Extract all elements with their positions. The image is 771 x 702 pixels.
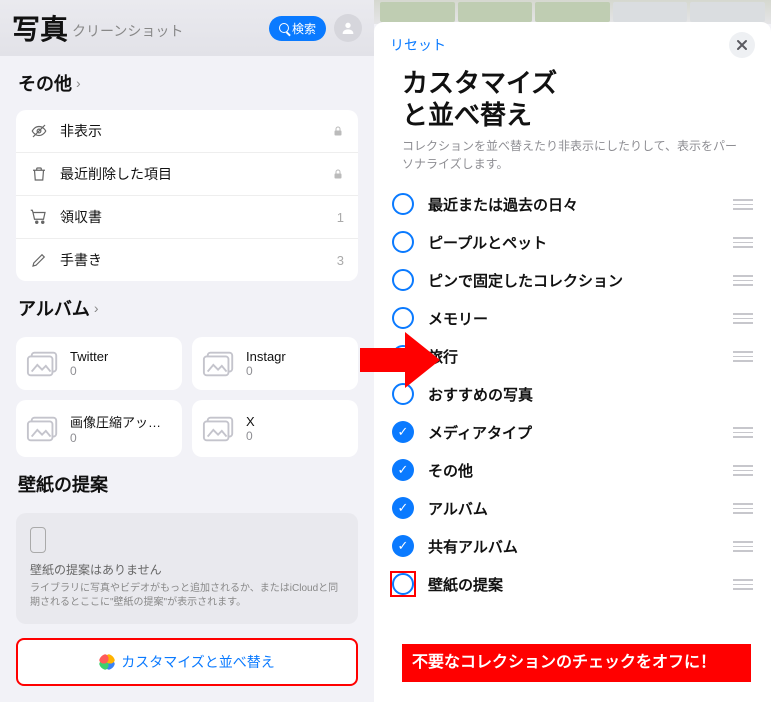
drag-handle-icon[interactable] bbox=[733, 541, 753, 552]
list-item-receipts[interactable]: 領収書 1 bbox=[16, 196, 358, 239]
checkbox-empty-icon[interactable] bbox=[392, 231, 414, 253]
drag-handle-icon[interactable] bbox=[733, 351, 753, 362]
customize-reorder-button[interactable]: カスタマイズと並べ替え bbox=[16, 638, 358, 686]
eye-slash-icon bbox=[30, 122, 52, 140]
album-card[interactable]: X 0 bbox=[192, 400, 358, 457]
option-label: 旅行 bbox=[428, 346, 733, 367]
section-wallpaper-header: 壁紙の提案 bbox=[18, 471, 356, 497]
trash-icon bbox=[30, 165, 52, 183]
cart-icon bbox=[30, 208, 52, 226]
list-item-hidden[interactable]: 非表示 bbox=[16, 110, 358, 153]
lock-icon bbox=[332, 124, 344, 138]
album-card[interactable]: Twitter 0 bbox=[16, 337, 182, 390]
section-album-header[interactable]: アルバム › bbox=[18, 295, 356, 321]
header-subtitle: クリーンショット bbox=[72, 21, 183, 41]
photos-app-screen: 写真 クリーンショット 検索 その他 › 非表示 最近削除した項目 領収書 bbox=[0, 0, 374, 702]
checkbox-empty-icon[interactable] bbox=[392, 269, 414, 291]
checkbox-empty-icon[interactable] bbox=[392, 307, 414, 329]
option-label: ピープルとペット bbox=[428, 232, 733, 253]
close-icon bbox=[736, 39, 748, 51]
album-card[interactable]: Instagr 0 bbox=[192, 337, 358, 390]
option-label: 共有アルバム bbox=[428, 536, 733, 557]
images-icon bbox=[26, 415, 60, 443]
album-row-2: 画像圧縮アッシュ 0 X 0 bbox=[0, 390, 374, 457]
chevron-right-icon: › bbox=[94, 300, 99, 316]
option-label: メモリー bbox=[428, 308, 733, 329]
option-row[interactable]: ピンで固定したコレクション bbox=[392, 261, 753, 299]
section-other-header[interactable]: その他 › bbox=[18, 70, 356, 96]
checkbox-checked-icon[interactable]: ✓ bbox=[392, 421, 414, 443]
section-album: アルバム › bbox=[0, 281, 374, 327]
drag-handle-icon[interactable] bbox=[733, 503, 753, 514]
option-row[interactable]: ✓ 共有アルバム bbox=[392, 527, 753, 565]
options-list: 最近または過去の日々ピープルとペットピンで固定したコレクションメモリー旅行おすす… bbox=[374, 185, 771, 603]
modal-description: コレクションを並べ替えたり非表示にしたりして、表示をパーソナライズします。 bbox=[374, 137, 771, 185]
option-row[interactable]: ✓ メディアタイプ bbox=[392, 413, 753, 451]
option-row[interactable]: 壁紙の提案 bbox=[392, 565, 753, 603]
search-label: 検索 bbox=[292, 20, 316, 37]
drag-handle-icon[interactable] bbox=[733, 237, 753, 248]
images-icon bbox=[26, 350, 60, 378]
list-item-handwriting[interactable]: 手書き 3 bbox=[16, 239, 358, 281]
drag-handle-icon[interactable] bbox=[733, 313, 753, 324]
phone-icon bbox=[30, 527, 46, 553]
option-label: アルバム bbox=[428, 498, 733, 519]
option-label: その他 bbox=[428, 460, 733, 481]
drag-handle-icon[interactable] bbox=[733, 427, 753, 438]
option-label: 壁紙の提案 bbox=[428, 574, 733, 595]
option-label: 最近または過去の日々 bbox=[428, 194, 733, 215]
images-icon bbox=[202, 350, 236, 378]
photos-app-icon bbox=[99, 654, 115, 670]
person-icon bbox=[340, 20, 356, 36]
list-item-recently-deleted[interactable]: 最近削除した項目 bbox=[16, 153, 358, 196]
option-row[interactable]: おすすめの写真 bbox=[392, 375, 753, 413]
section-other: その他 › bbox=[0, 56, 374, 102]
checkbox-empty-icon[interactable] bbox=[392, 193, 414, 215]
option-row[interactable]: 旅行 bbox=[392, 337, 753, 375]
close-button[interactable] bbox=[729, 32, 755, 58]
images-icon bbox=[202, 415, 236, 443]
option-row[interactable]: 最近または過去の日々 bbox=[392, 185, 753, 223]
drag-handle-icon[interactable] bbox=[733, 465, 753, 476]
highlight-box bbox=[390, 571, 416, 597]
arrow-annotation bbox=[360, 330, 440, 390]
drag-handle-icon[interactable] bbox=[733, 579, 753, 590]
chevron-right-icon: › bbox=[76, 75, 81, 91]
reset-button[interactable]: リセット bbox=[390, 35, 446, 55]
other-list: 非表示 最近削除した項目 領収書 1 手書き 3 bbox=[16, 110, 358, 281]
wallpaper-empty-title: 壁紙の提案はありません bbox=[30, 561, 344, 578]
checkbox-checked-icon[interactable]: ✓ bbox=[392, 535, 414, 557]
album-card[interactable]: 画像圧縮アッシュ 0 bbox=[16, 400, 182, 457]
app-title: 写真 bbox=[12, 8, 68, 48]
option-row[interactable]: ✓ アルバム bbox=[392, 489, 753, 527]
header: 写真 クリーンショット 検索 bbox=[0, 0, 374, 56]
background-thumbnails bbox=[374, 0, 771, 24]
checkbox-checked-icon[interactable]: ✓ bbox=[392, 497, 414, 519]
wallpaper-empty-desc: ライブラリに写真やビデオがもっと追加されるか、またはiCloudと同期されるとこ… bbox=[30, 582, 344, 610]
option-label: メディアタイプ bbox=[428, 422, 733, 443]
annotation-callout: 不要なコレクションのチェックをオフに！ bbox=[402, 644, 751, 682]
section-wallpaper: 壁紙の提案 bbox=[0, 457, 374, 503]
modal-title: カスタマイズと並べ替え bbox=[374, 68, 771, 137]
search-button[interactable]: 検索 bbox=[269, 16, 326, 41]
search-icon bbox=[279, 23, 289, 33]
modal-header: リセット bbox=[374, 22, 771, 68]
checkbox-checked-icon[interactable]: ✓ bbox=[392, 459, 414, 481]
option-label: おすすめの写真 bbox=[428, 384, 753, 405]
option-row[interactable]: ✓ その他 bbox=[392, 451, 753, 489]
album-row-1: Twitter 0 Instagr 0 bbox=[0, 327, 374, 390]
lock-icon bbox=[332, 167, 344, 181]
option-row[interactable]: メモリー bbox=[392, 299, 753, 337]
profile-avatar[interactable] bbox=[334, 14, 362, 42]
pencil-icon bbox=[30, 251, 52, 269]
option-label: ピンで固定したコレクション bbox=[428, 270, 733, 291]
wallpaper-empty-card: 壁紙の提案はありません ライブラリに写真やビデオがもっと追加されるか、またはiC… bbox=[16, 513, 358, 624]
drag-handle-icon[interactable] bbox=[733, 199, 753, 210]
option-row[interactable]: ピープルとペット bbox=[392, 223, 753, 261]
drag-handle-icon[interactable] bbox=[733, 275, 753, 286]
